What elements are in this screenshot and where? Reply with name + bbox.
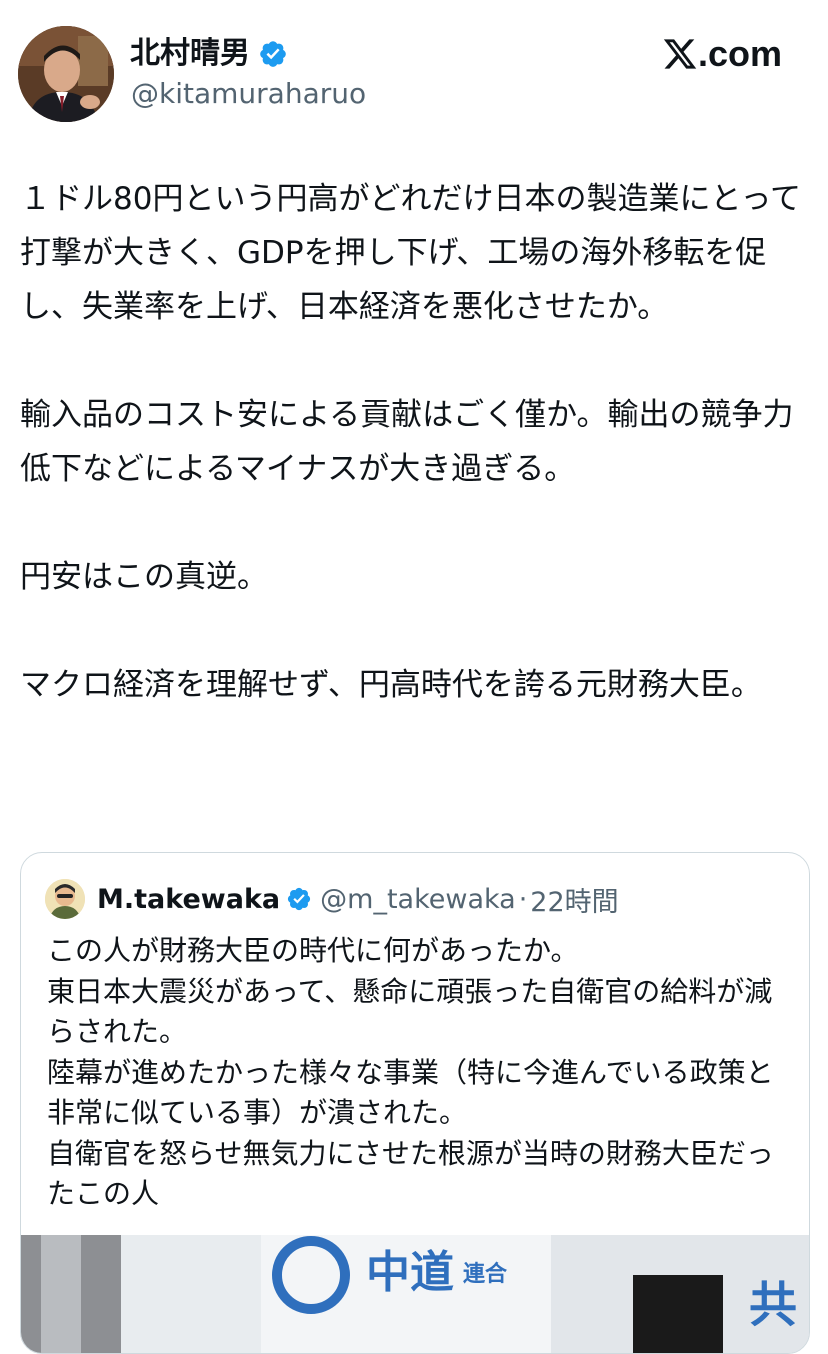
quoted-tweet-card[interactable]: M.takewaka @m_takewaka · 22時間 この人が財務大臣の時…: [20, 852, 810, 1354]
quoted-tweet-media[interactable]: 中道 連合 共: [21, 1235, 809, 1353]
quoted-media-sign-text: 中道: [366, 1247, 454, 1298]
quoted-separator: ·: [518, 883, 528, 915]
author-avatar[interactable]: [18, 26, 114, 122]
quoted-media-sign-sub: 連合: [463, 1261, 508, 1287]
x-logo-domain: com: [707, 33, 782, 74]
author-handle[interactable]: @kitamuraharuo: [131, 76, 366, 112]
tweet-paragraph: １ドル80円という円高がどれだけ日本の製造業にとって打撃が大きく、GDPを押し下…: [20, 181, 801, 325]
tweet-paragraph: 輸入品のコスト安による貢献はごく僅か。輸出の競争力低下などによるマイナスが大き過…: [20, 397, 794, 487]
quoted-media-image: 中道 連合 共: [21, 1235, 809, 1353]
quoted-tweet-text: この人が財務大臣の時代に何があったか。 東日本大震災があって、懸命に頑張った自衛…: [47, 934, 774, 1210]
tweet-paragraph: マクロ経済を理解せず、円高時代を誇る元財務大臣。: [20, 667, 762, 703]
quoted-timestamp[interactable]: 22時間: [530, 880, 618, 919]
author-avatar-image: [18, 26, 114, 122]
author-display-name[interactable]: 北村晴男: [130, 34, 250, 74]
x-logo[interactable]: .com: [662, 32, 782, 76]
quoted-author-avatar-image: [45, 879, 85, 919]
quoted-verified-badge-icon: [286, 886, 312, 912]
verified-badge-icon: [258, 39, 288, 69]
author-name-row: 北村晴男: [130, 34, 288, 74]
quoted-tweet-header: M.takewaka @m_takewaka · 22時間: [45, 875, 619, 923]
tweet-header: 北村晴男 @kitamuraharuo .com: [0, 0, 828, 140]
tweet-text: １ドル80円という円高がどれだけ日本の製造業にとって打撃が大きく、GDPを押し下…: [20, 172, 812, 712]
x-logo-icon: [662, 36, 698, 72]
quoted-author-handle[interactable]: @m_takewaka: [320, 884, 516, 915]
quoted-media-sign-right: 共: [749, 1277, 797, 1333]
quoted-author-avatar[interactable]: [45, 879, 85, 919]
quoted-author-name[interactable]: M.takewaka: [97, 884, 280, 915]
x-logo-text: .com: [697, 33, 782, 74]
tweet-paragraph: 円安はこの真逆。: [20, 559, 268, 595]
